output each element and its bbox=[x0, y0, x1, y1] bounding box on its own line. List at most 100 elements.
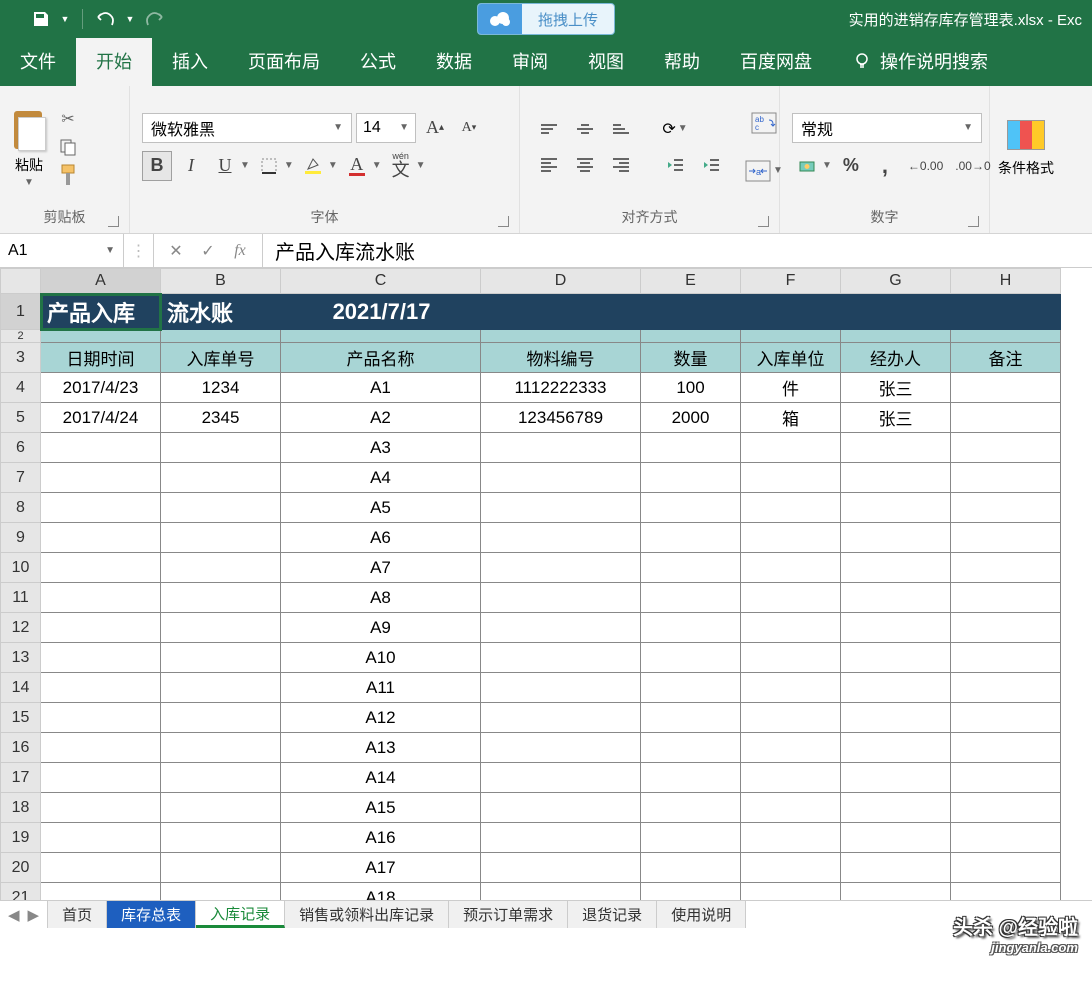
cell[interactable] bbox=[741, 763, 841, 793]
cell[interactable] bbox=[951, 493, 1061, 523]
cell[interactable] bbox=[841, 673, 951, 703]
cell[interactable] bbox=[41, 763, 161, 793]
enter-icon[interactable]: ✓ bbox=[192, 235, 224, 267]
column-header[interactable]: D bbox=[481, 269, 641, 294]
tab-baidu[interactable]: 百度网盘 bbox=[720, 36, 832, 86]
cell[interactable] bbox=[741, 793, 841, 823]
cell[interactable] bbox=[481, 643, 641, 673]
copy-icon[interactable] bbox=[58, 137, 78, 157]
cell[interactable]: 2017/4/23 bbox=[41, 373, 161, 403]
sheet-tab-home[interactable]: 首页 bbox=[48, 901, 107, 928]
cell[interactable] bbox=[641, 463, 741, 493]
cell[interactable] bbox=[41, 823, 161, 853]
save-dropdown-icon[interactable]: ▼ bbox=[60, 8, 70, 30]
cell-header[interactable]: 经办人 bbox=[841, 343, 951, 373]
cell[interactable] bbox=[641, 643, 741, 673]
row-header[interactable]: 15 bbox=[1, 703, 41, 733]
cell[interactable] bbox=[481, 733, 641, 763]
cell[interactable] bbox=[481, 673, 641, 703]
cell[interactable] bbox=[741, 673, 841, 703]
spreadsheet-grid[interactable]: ABCDEFGH1产品入库流水账2021/7/1723日期时间入库单号产品名称物… bbox=[0, 268, 1092, 900]
tab-data[interactable]: 数据 bbox=[416, 36, 492, 86]
cell[interactable] bbox=[841, 703, 951, 733]
cell[interactable]: A18 bbox=[281, 883, 481, 901]
cell[interactable] bbox=[41, 703, 161, 733]
tab-file[interactable]: 文件 bbox=[0, 36, 76, 86]
cell[interactable] bbox=[741, 553, 841, 583]
column-header[interactable]: H bbox=[951, 269, 1061, 294]
cell[interactable]: 2345 bbox=[161, 403, 281, 433]
cell[interactable] bbox=[161, 613, 281, 643]
cell[interactable]: A12 bbox=[281, 703, 481, 733]
cell[interactable] bbox=[481, 553, 641, 583]
select-all-corner[interactable] bbox=[1, 269, 41, 294]
cell[interactable] bbox=[951, 793, 1061, 823]
row-header[interactable]: 11 bbox=[1, 583, 41, 613]
row-header[interactable]: 2 bbox=[1, 330, 41, 343]
row-header[interactable]: 3 bbox=[1, 343, 41, 373]
cell[interactable] bbox=[641, 294, 741, 330]
align-bottom-icon[interactable] bbox=[606, 116, 636, 142]
cell[interactable] bbox=[161, 583, 281, 613]
cell[interactable] bbox=[641, 330, 741, 343]
cell[interactable] bbox=[641, 523, 741, 553]
tab-home[interactable]: 开始 bbox=[76, 36, 152, 86]
cell[interactable] bbox=[161, 643, 281, 673]
row-header[interactable]: 21 bbox=[1, 883, 41, 901]
orientation-icon[interactable]: ⟳▼ bbox=[660, 116, 690, 142]
cell[interactable] bbox=[481, 793, 641, 823]
cell[interactable] bbox=[641, 733, 741, 763]
column-header[interactable]: G bbox=[841, 269, 951, 294]
font-name-select[interactable]: 微软雅黑▼ bbox=[142, 113, 352, 143]
row-header[interactable]: 18 bbox=[1, 793, 41, 823]
cell[interactable] bbox=[481, 853, 641, 883]
cell[interactable] bbox=[641, 613, 741, 643]
cell[interactable] bbox=[741, 493, 841, 523]
paste-button[interactable]: 粘贴 ▼ bbox=[8, 105, 50, 188]
cell[interactable] bbox=[481, 883, 641, 901]
currency-button[interactable]: ▼ bbox=[792, 151, 832, 181]
cell[interactable] bbox=[951, 643, 1061, 673]
cell[interactable]: 流水账 bbox=[161, 294, 281, 330]
cell[interactable] bbox=[481, 823, 641, 853]
undo-dropdown-icon[interactable]: ▼ bbox=[125, 8, 135, 30]
cell-header[interactable]: 日期时间 bbox=[41, 343, 161, 373]
row-header[interactable]: 1 bbox=[1, 294, 41, 330]
upload-widget[interactable]: 拖拽上传 bbox=[477, 3, 615, 35]
cell[interactable]: A2 bbox=[281, 403, 481, 433]
fill-color-button[interactable]: ▼ bbox=[298, 151, 338, 181]
cell[interactable] bbox=[161, 673, 281, 703]
cell[interactable] bbox=[951, 294, 1061, 330]
cell[interactable] bbox=[951, 763, 1061, 793]
cell[interactable]: A17 bbox=[281, 853, 481, 883]
cell[interactable] bbox=[161, 330, 281, 343]
cell[interactable] bbox=[741, 853, 841, 883]
sheet-nav[interactable]: ◀ ▶ bbox=[0, 901, 48, 928]
cell[interactable] bbox=[641, 703, 741, 733]
cell[interactable]: 1112222333 bbox=[481, 373, 641, 403]
row-header[interactable]: 13 bbox=[1, 643, 41, 673]
cell[interactable] bbox=[951, 433, 1061, 463]
cell[interactable] bbox=[41, 523, 161, 553]
cell[interactable] bbox=[741, 703, 841, 733]
cell[interactable] bbox=[841, 433, 951, 463]
cell[interactable] bbox=[841, 853, 951, 883]
cell[interactable] bbox=[481, 763, 641, 793]
row-header[interactable]: 10 bbox=[1, 553, 41, 583]
cell-header[interactable]: 入库单号 bbox=[161, 343, 281, 373]
prev-sheet-icon[interactable]: ◀ bbox=[8, 906, 20, 924]
cell[interactable]: 2021/7/17 bbox=[281, 294, 481, 330]
cell[interactable] bbox=[741, 883, 841, 901]
cell[interactable] bbox=[161, 553, 281, 583]
cell[interactable] bbox=[41, 553, 161, 583]
save-icon[interactable] bbox=[30, 8, 52, 30]
cell[interactable] bbox=[161, 493, 281, 523]
cell[interactable] bbox=[951, 673, 1061, 703]
row-header[interactable]: 17 bbox=[1, 763, 41, 793]
column-header[interactable]: F bbox=[741, 269, 841, 294]
cell-header[interactable]: 物料编号 bbox=[481, 343, 641, 373]
cell[interactable] bbox=[281, 330, 481, 343]
cell[interactable] bbox=[741, 733, 841, 763]
cell[interactable] bbox=[741, 330, 841, 343]
row-header[interactable]: 12 bbox=[1, 613, 41, 643]
